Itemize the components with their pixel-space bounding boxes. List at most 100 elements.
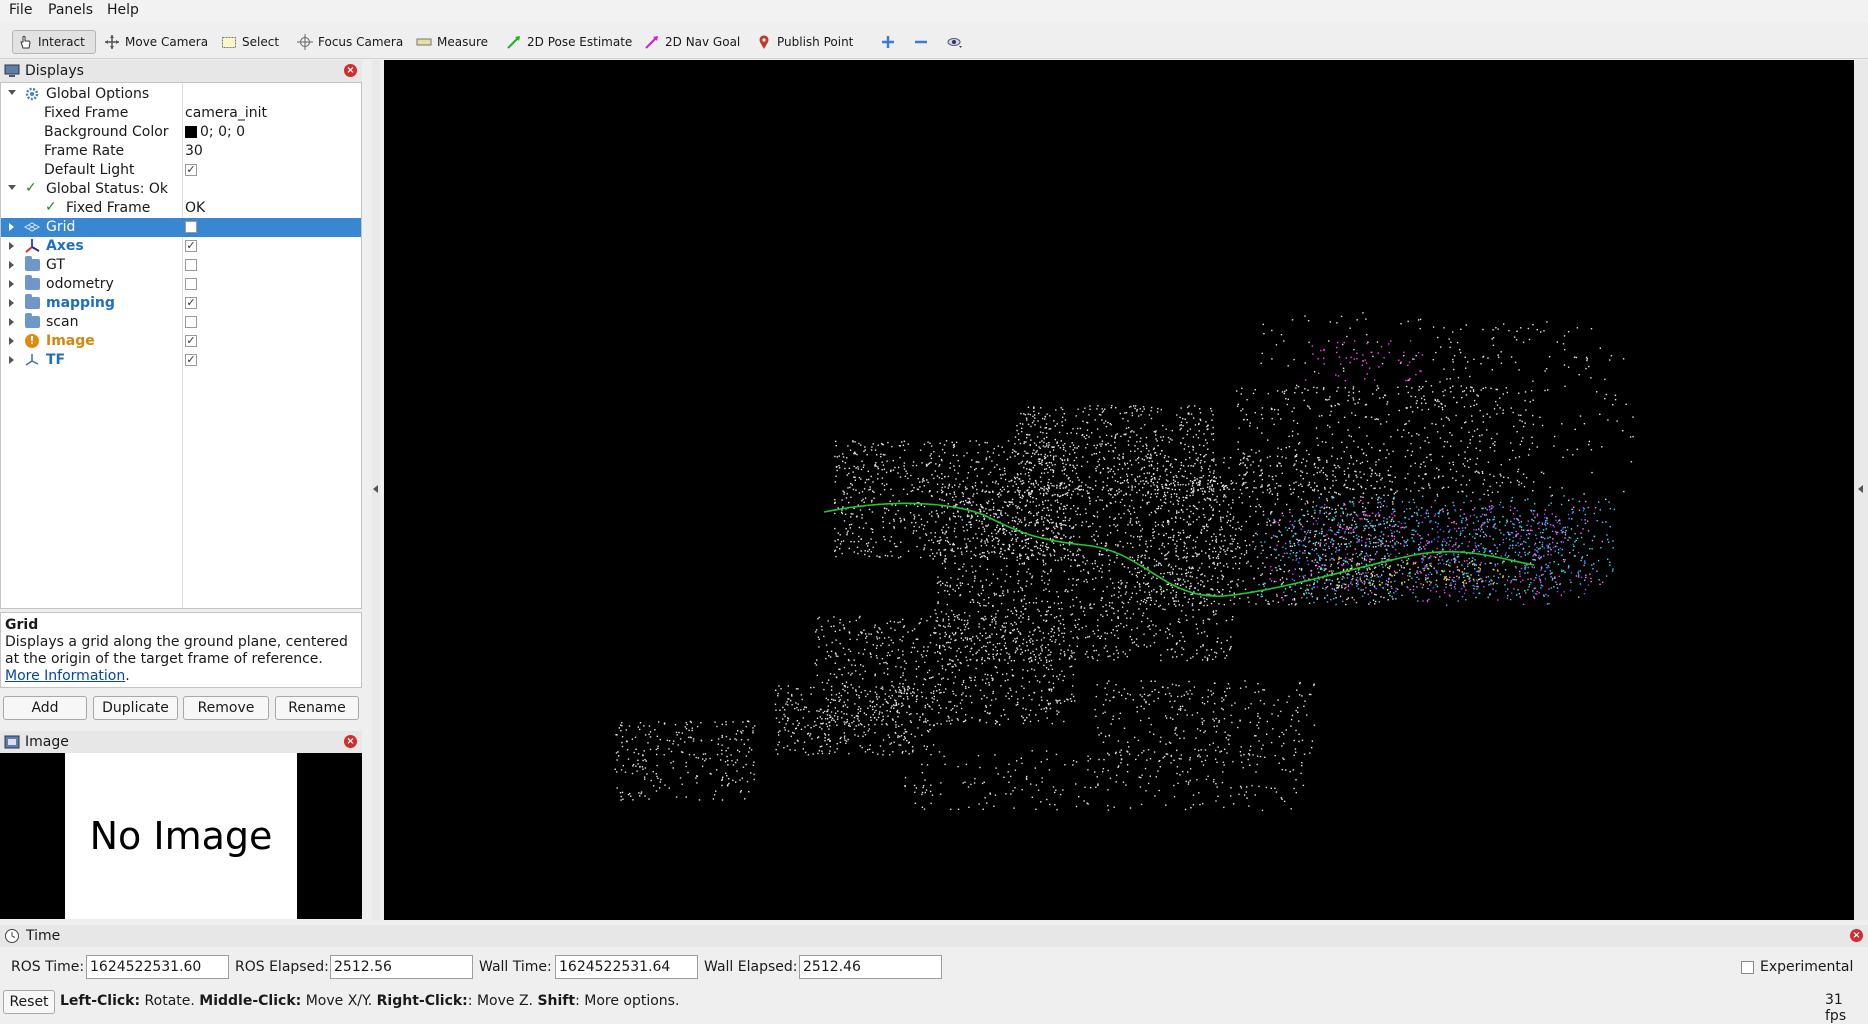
tree-row-scan[interactable]: scan [1,313,361,332]
expand-arrow-icon[interactable] [8,185,16,190]
status-fixed-frame-value: OK [185,200,206,216]
remove-tool-button[interactable] [909,30,933,54]
tf-checkbox[interactable]: ✓ [185,354,197,366]
tree-row-status-fixed-frame[interactable]: ✓ Fixed Frame OK [1,199,361,218]
default-light-checkbox[interactable]: ✓ [185,164,197,176]
right-click-desc: : Move Z. [467,993,538,1009]
odometry-checkbox[interactable] [185,278,197,290]
focus-camera-label: Focus Camera [318,35,404,49]
tree-row-fixed-frame[interactable]: Fixed Frame camera_init [1,104,361,123]
tree-row-global-status[interactable]: ✓ Global Status: Ok [1,180,361,199]
duplicate-button[interactable]: Duplicate [93,696,178,720]
collapse-arrow-icon[interactable] [9,356,14,364]
shift-desc: : More options. [575,993,680,1009]
default-light-label: Default Light [44,162,135,178]
axes-label: Axes [46,238,84,254]
mapping-checkbox[interactable]: ✓ [185,297,197,309]
middle-click-desc: Move X/Y. [301,993,377,1009]
menu-panels[interactable]: Panels [48,2,93,18]
expand-arrow-icon[interactable] [8,90,16,95]
warning-icon: ! [25,334,39,348]
menu-bar: File Panels Help [0,0,1868,22]
global-options-label: Global Options [46,86,150,102]
displays-close-icon[interactable]: × [344,64,357,77]
publish-point-button[interactable]: Publish Point [752,30,857,54]
tree-row-grid[interactable]: Grid [1,218,361,237]
collapse-left-icon[interactable] [373,485,378,493]
tree-row-background-color[interactable]: Background Color 0; 0; 0 [1,123,361,142]
select-button[interactable]: Select [217,30,283,54]
fixed-frame-label: Fixed Frame [44,105,129,121]
background-color-value[interactable]: 0; 0; 0 [185,124,245,140]
experimental-checkbox[interactable] [1741,961,1754,974]
axes-checkbox[interactable]: ✓ [185,240,197,252]
tree-row-global-options[interactable]: Global Options [1,85,361,104]
move-camera-button[interactable]: Move Camera [100,30,212,54]
eye-icon [946,34,962,50]
displays-tree: Global Options Fixed Frame camera_init B… [0,82,362,609]
remove-button[interactable]: Remove [183,696,269,720]
add-button[interactable]: Add [3,696,87,720]
gt-checkbox[interactable] [185,259,197,271]
tree-row-frame-rate[interactable]: Frame Rate 30 [1,142,361,161]
status-fixed-frame-label: Fixed Frame [66,200,151,216]
focus-camera-button[interactable]: Focus Camera [293,30,407,54]
green-arrow-icon [506,34,522,50]
move-camera-label: Move Camera [125,35,209,49]
image-panel-close-icon[interactable]: × [344,735,357,748]
collapse-arrow-icon[interactable] [9,261,14,269]
tree-row-tf[interactable]: TF ✓ [1,351,361,370]
ros-time-label: ROS Time: [11,959,85,975]
right-splitter[interactable] [1854,60,1868,920]
render-3d-viewport[interactable] [384,60,1854,920]
tree-row-image[interactable]: ! Image ✓ [1,332,361,351]
interact-tool-button[interactable]: Interact [12,30,96,54]
experimental-label: Experimental [1760,959,1854,975]
collapse-arrow-icon[interactable] [9,280,14,288]
tree-row-odometry[interactable]: odometry [1,275,361,294]
folder-icon [25,256,40,271]
fixed-frame-value[interactable]: camera_init [185,105,267,121]
frame-rate-value[interactable]: 30 [185,143,203,159]
rename-button[interactable]: Rename [275,696,359,720]
image-panel-title: Image [0,731,362,753]
collapse-arrow-icon[interactable] [9,223,14,231]
view-options-button[interactable] [942,30,966,54]
wall-time-field[interactable]: 1624522531.64 [555,955,698,979]
folder-icon [25,313,40,328]
collapse-arrow-icon[interactable] [9,318,14,326]
time-panel-title: Time × [0,925,1868,947]
pose-estimate-button[interactable]: 2D Pose Estimate [502,30,636,54]
pose-estimate-label: 2D Pose Estimate [527,35,633,49]
menu-help[interactable]: Help [107,2,139,18]
menu-file[interactable]: File [9,2,32,18]
tree-row-default-light[interactable]: Default Light ✓ [1,161,361,180]
grid-checkbox[interactable] [185,221,197,233]
image-checkbox[interactable]: ✓ [185,335,197,347]
collapse-right-icon[interactable] [1858,485,1863,493]
wall-elapsed-field[interactable]: 2512.46 [799,955,942,979]
gear-icon [24,86,40,102]
nav-goal-button[interactable]: 2D Nav Goal [640,30,744,54]
scan-checkbox[interactable] [185,316,197,328]
more-info-link[interactable]: More Information [5,668,125,684]
collapse-arrow-icon[interactable] [9,242,14,250]
tree-row-gt[interactable]: GT [1,256,361,275]
ros-time-field[interactable]: 1624522531.60 [86,955,229,979]
left-splitter[interactable] [372,60,380,920]
tf-icon [24,352,40,368]
description-text: Displays a grid along the ground plane, … [5,634,348,667]
collapse-arrow-icon[interactable] [9,299,14,307]
add-tool-button[interactable] [876,30,900,54]
tree-row-mapping[interactable]: mapping ✓ [1,294,361,313]
background-color-text: 0; 0; 0 [200,124,246,140]
collapse-arrow-icon[interactable] [9,337,14,345]
reset-button[interactable]: Reset [3,990,55,1014]
tree-row-axes[interactable]: Axes ✓ [1,237,361,256]
ros-elapsed-field[interactable]: 2512.56 [330,955,473,979]
image-label: Image [46,333,95,349]
time-panel-close-icon[interactable]: × [1850,929,1863,942]
check-icon: ✓ [45,199,57,215]
image-panel-title-text: Image [25,734,69,750]
measure-button[interactable]: Measure [412,30,492,54]
